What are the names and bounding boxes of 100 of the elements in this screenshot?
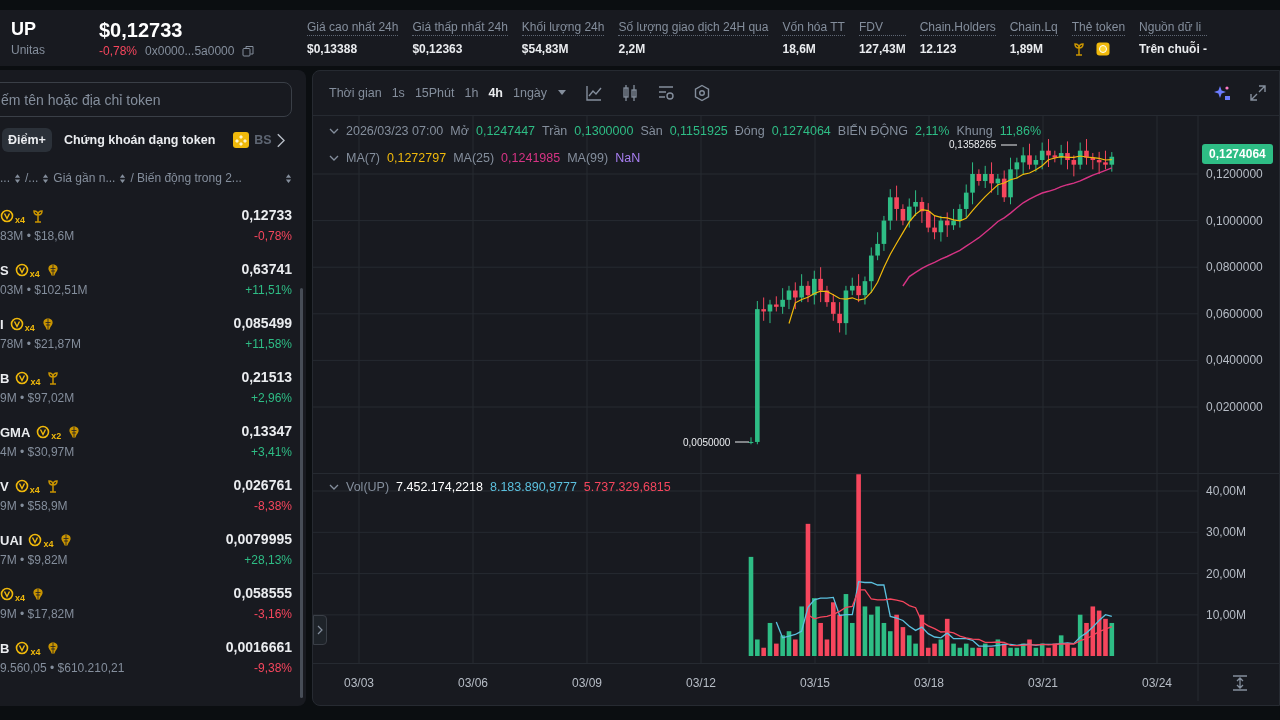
stat-label: Khối lượng 24h bbox=[521, 20, 605, 36]
ohlc-value: 0,1300000 bbox=[574, 124, 634, 138]
ohlc-label: Trần bbox=[542, 124, 568, 138]
price-axis-label: 0,0400000 bbox=[1206, 353, 1263, 368]
interval-tab[interactable]: 1s bbox=[391, 86, 405, 100]
sort-icon[interactable] bbox=[285, 172, 292, 184]
volume-marketcap: 7M • $9,82M bbox=[0, 553, 69, 567]
token-row[interactable]: V x4 9M • $58,9M 0,026761 -8,38% bbox=[0, 477, 292, 531]
chevron-right-icon[interactable] bbox=[275, 132, 285, 148]
line-chart-icon[interactable] bbox=[585, 84, 604, 102]
contract-address: 0x0000...5a0000 bbox=[145, 43, 235, 58]
token-symbol: V bbox=[0, 478, 9, 494]
interval-tab[interactable]: 4h bbox=[488, 86, 503, 100]
date-label: 03/06 bbox=[458, 676, 488, 690]
v-circle-icon bbox=[15, 371, 30, 385]
multiplier-label: x4 bbox=[43, 540, 54, 549]
token-price: 0,0016661 bbox=[225, 639, 292, 655]
price-axis-label: 0,1200000 bbox=[1206, 167, 1263, 181]
sort-icon[interactable] bbox=[14, 172, 21, 184]
candlestick-icon[interactable] bbox=[621, 84, 640, 102]
chevron-down-icon[interactable] bbox=[329, 484, 339, 490]
token-row[interactable]: B x4 9M • $97,02M 0,21513 +2,96% bbox=[0, 369, 292, 423]
ma-value: 0,1272797 bbox=[387, 151, 447, 165]
stat-label: Chain.Lq bbox=[1009, 20, 1058, 36]
column-header[interactable]: / Biến động trong 2... bbox=[130, 171, 242, 185]
stat-label: Chain.Holders bbox=[919, 20, 996, 36]
token-row[interactable]: GMA x2 4M • $30,97M 0,13347 +3,41% bbox=[0, 423, 292, 477]
volume-axis-label: 30,00M bbox=[1206, 525, 1247, 540]
volume-label: Vol(UP) bbox=[346, 480, 390, 494]
column-header[interactable]: ... bbox=[0, 171, 10, 185]
copy-icon[interactable] bbox=[242, 44, 255, 57]
token-row[interactable]: I x4 78M • $21,87M 0,085499 +11,58% bbox=[0, 315, 292, 369]
fullscreen-icon[interactable] bbox=[1249, 84, 1267, 102]
price-change: +28,13% bbox=[244, 553, 292, 567]
date-label: 03/21 bbox=[1028, 676, 1058, 690]
volume-marketcap: 9M • $97,02M bbox=[0, 391, 75, 405]
volume-marketcap: 78M • $21,87M bbox=[0, 337, 81, 351]
token-row[interactable]: B x4 9.560,05 • $610.210,21 0,0016661 -9,38% bbox=[0, 639, 292, 693]
volume-value: 8.183.890,9777 bbox=[489, 480, 577, 494]
interval-tab[interactable]: 1h bbox=[464, 86, 479, 100]
v-circle-icon bbox=[15, 641, 30, 655]
interval-tab[interactable]: 15Phút bbox=[414, 86, 455, 100]
coin-icon bbox=[1095, 42, 1110, 56]
token-row[interactable]: S x4 03M • $102,51M 0,63741 +11,51% bbox=[0, 261, 292, 315]
date-label: 03/12 bbox=[686, 676, 716, 690]
token-price: 0,63741 bbox=[241, 261, 292, 277]
ohlc-value: 2,11% bbox=[914, 124, 950, 138]
search-field[interactable]: ếm tên hoặc địa chỉ token bbox=[0, 82, 292, 117]
token-row[interactable]: x4 9M • $17,82M 0,058555 -3,16% bbox=[0, 585, 292, 639]
filter-tab[interactable]: Chứng khoán dạng token bbox=[57, 128, 222, 152]
stat-label: Nguồn dữ li bbox=[1139, 20, 1208, 36]
price-axis-label: 0,0200000 bbox=[1206, 400, 1263, 414]
stat-label: Số lượng giao dịch 24H qua bbox=[618, 20, 769, 36]
token-row[interactable]: UAI x4 7M • $9,82M 0,0079995 +28,13% bbox=[0, 531, 292, 585]
chevron-down-icon[interactable] bbox=[329, 128, 339, 134]
stat-label: Vốn hóa TT bbox=[782, 20, 845, 36]
settings-icon[interactable] bbox=[693, 84, 712, 102]
stat-label: FDV bbox=[858, 20, 906, 36]
interval-label: Thời gian bbox=[329, 86, 382, 100]
interval-tab[interactable]: 1ngày bbox=[513, 86, 548, 100]
ohlc-label: 2026/03/23 07:00 bbox=[346, 124, 444, 138]
chevron-down-icon[interactable] bbox=[329, 155, 339, 161]
token-row[interactable]: x4 83M • $18,6M 0,12733 -0,78% bbox=[0, 207, 292, 261]
stat-value: Trên chuỗi - bbox=[1139, 42, 1208, 56]
price-change: +3,41% bbox=[250, 445, 292, 459]
ohlc-label: Khung bbox=[956, 124, 993, 138]
chevron-right-icon bbox=[317, 625, 323, 635]
column-header[interactable]: Giá gần n... bbox=[53, 171, 116, 185]
price-change: +11,51% bbox=[245, 283, 292, 297]
low-price-label: 0,0050000 bbox=[683, 437, 731, 448]
stat-value: 12.123 bbox=[919, 42, 958, 56]
token-symbol: B bbox=[0, 370, 10, 386]
ma-label: MA(25) bbox=[453, 151, 495, 165]
v-circle-icon bbox=[14, 479, 29, 493]
column-header[interactable]: /... bbox=[25, 171, 39, 185]
sprout-icon bbox=[1071, 42, 1086, 56]
price-axis-label: 0,1000000 bbox=[1206, 213, 1263, 228]
caret-down-icon[interactable] bbox=[557, 90, 568, 96]
indicator-settings-icon[interactable] bbox=[657, 84, 676, 102]
leader-line bbox=[1000, 144, 1018, 146]
stat-value: 2,2M bbox=[618, 42, 647, 56]
ai-sparkle-icon[interactable] bbox=[1213, 84, 1231, 102]
filter-tab[interactable]: Điểm+ bbox=[2, 128, 52, 152]
sort-icon[interactable] bbox=[42, 172, 50, 184]
last-price-tag: 0,1274064 bbox=[1202, 144, 1273, 164]
price-change: -9,38% bbox=[253, 661, 292, 675]
ma-label: MA(99) bbox=[567, 151, 609, 165]
date-label: 03/03 bbox=[344, 676, 374, 690]
price-axis-label: 0,0800000 bbox=[1206, 260, 1263, 275]
stat-value: 18,6M bbox=[782, 42, 817, 56]
fit-scale-icon[interactable] bbox=[1232, 675, 1248, 691]
token-price: 0,13347 bbox=[241, 423, 292, 439]
volume-marketcap: 03M • $102,51M bbox=[0, 283, 88, 297]
token-price: 0,085499 bbox=[233, 315, 292, 331]
price-change: -0,78% bbox=[253, 229, 292, 243]
leader-line bbox=[734, 441, 750, 443]
date-label: 03/15 bbox=[800, 676, 830, 690]
sort-icon[interactable] bbox=[119, 172, 127, 184]
date-label: 03/18 bbox=[914, 676, 944, 690]
token-price: 0,026761 bbox=[233, 477, 292, 493]
